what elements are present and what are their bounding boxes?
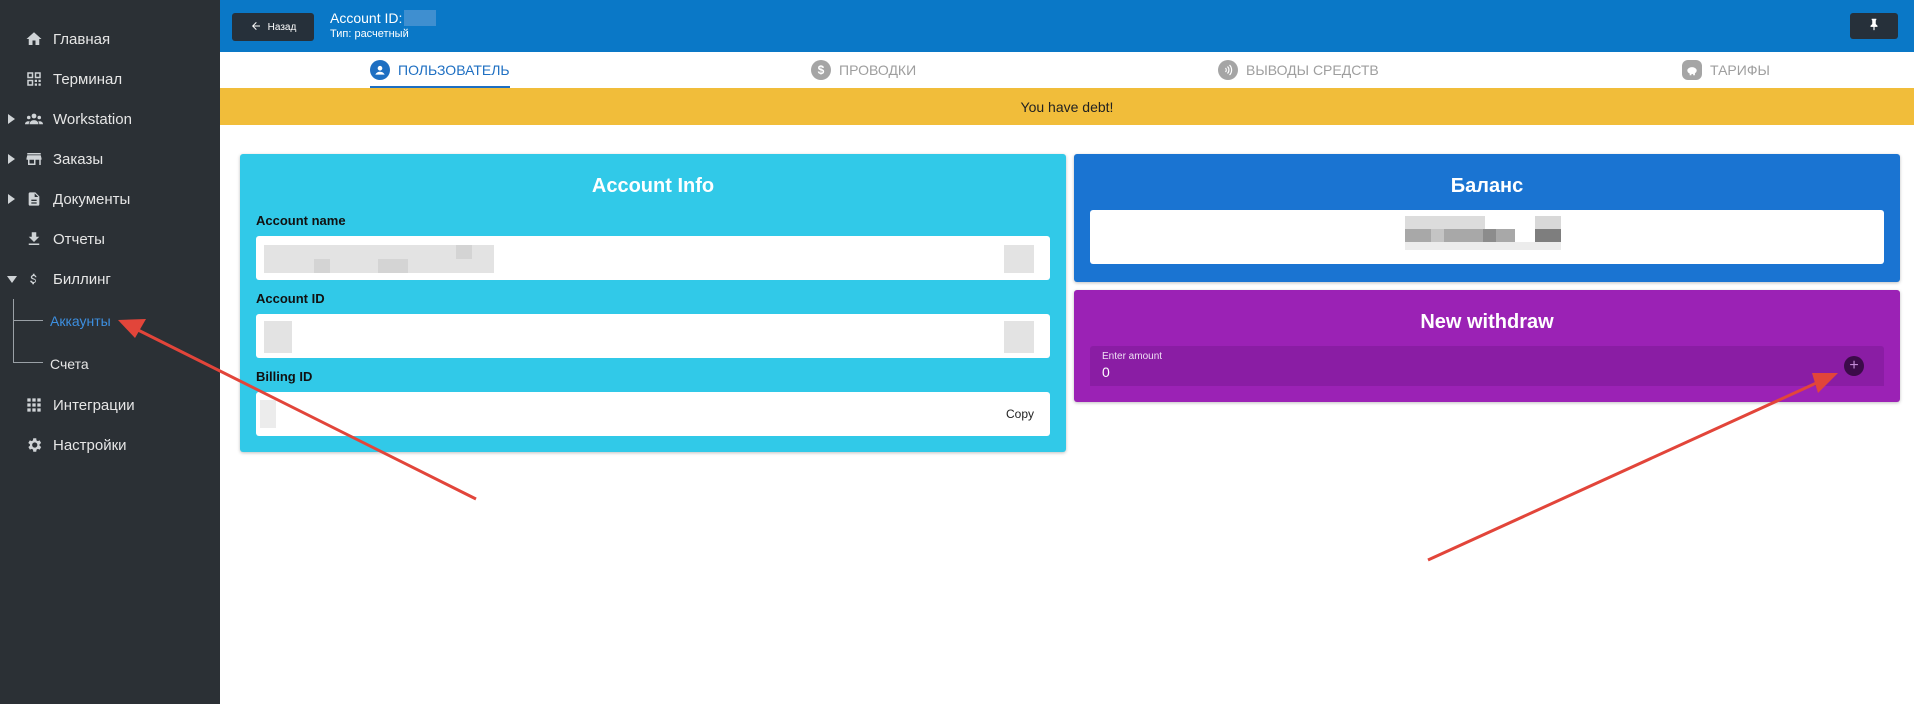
account-circle-icon: [370, 60, 390, 80]
sidebar-item-billing[interactable]: Биллинг: [0, 259, 220, 299]
tab-tariffs[interactable]: ТАРИФЫ: [1682, 52, 1770, 88]
copy-button[interactable]: Copy: [1006, 407, 1034, 421]
redacted-value: [1431, 229, 1444, 242]
gear-icon: [25, 436, 43, 454]
dollar-circle-icon: $: [811, 60, 831, 80]
redacted-value: [456, 245, 472, 259]
tree-branch: [13, 362, 43, 363]
account-info-card: Account Info Account name Account ID Bil…: [240, 154, 1066, 452]
redacted-value: [1004, 321, 1034, 353]
document-icon: [25, 190, 43, 208]
sidebar-item-orders[interactable]: Заказы: [0, 139, 220, 179]
expand-caret-icon[interactable]: [8, 194, 15, 204]
apps-grid-icon: [25, 396, 43, 414]
account-type: Тип: расчетный: [330, 28, 409, 40]
tab-withdrawals[interactable]: ВЫВОДЫ СРЕДСТВ: [1218, 52, 1379, 88]
sidebar-item-label: Интеграции: [53, 396, 135, 414]
redacted-value: [378, 259, 408, 273]
account-id-field[interactable]: [256, 314, 1050, 358]
sidebar-item-label: Workstation: [53, 110, 132, 128]
card-title: New withdraw: [1420, 311, 1554, 333]
redacted-value: [1405, 229, 1515, 242]
sidebar: Главная Терминал Workstation Заказы Доку…: [0, 0, 220, 704]
sidebar-item-accounts[interactable]: Аккаунты: [0, 299, 220, 342]
tab-transactions[interactable]: $ ПРОВОДКИ: [811, 52, 916, 88]
account-id-label: Account ID: [256, 291, 325, 306]
redacted-value: [260, 400, 276, 428]
sidebar-item-label: Главная: [53, 30, 111, 48]
sidebar-subitem-label: Счета: [50, 355, 89, 372]
nfc-icon: [1218, 60, 1238, 80]
app-root: Главная Терминал Workstation Заказы Доку…: [0, 0, 1914, 704]
sidebar-item-label: Отчеты: [53, 230, 105, 248]
tab-label: ПРОВОДКИ: [839, 62, 917, 78]
sidebar-item-label: Биллинг: [53, 270, 111, 288]
account-name-label: Account name: [256, 213, 346, 228]
redacted-value: [1535, 216, 1561, 229]
tree-branch: [13, 320, 43, 321]
sidebar-item-label: Настройки: [53, 436, 127, 454]
dollar-icon: [25, 270, 43, 288]
sidebar-item-reports[interactable]: Отчеты: [0, 219, 220, 259]
sidebar-item-integrations[interactable]: Интеграции: [0, 385, 220, 425]
sidebar-item-documents[interactable]: Документы: [0, 179, 220, 219]
account-id-title: Account ID:: [330, 10, 437, 26]
billing-submenu: Аккаунты Счета: [0, 299, 220, 385]
redacted-value: [404, 10, 437, 26]
billing-id-label: Billing ID: [256, 369, 313, 384]
balance-card: Баланс: [1074, 154, 1900, 282]
back-button-label: Назад: [267, 21, 297, 33]
sidebar-item-label: Терминал: [53, 70, 123, 88]
sidebar-nav: Главная Терминал Workstation Заказы Доку…: [0, 0, 220, 465]
tab-label: ПОЛЬЗОВАТЕЛЬ: [398, 62, 510, 78]
new-withdraw-card: New withdraw Enter amount 0 +: [1074, 290, 1900, 402]
sidebar-item-settings[interactable]: Настройки: [0, 425, 220, 465]
redacted-value: [1405, 242, 1561, 250]
billing-id-field[interactable]: Copy: [256, 392, 1050, 436]
back-button[interactable]: Назад: [232, 13, 314, 41]
expand-caret-icon[interactable]: [8, 154, 15, 164]
account-id-label: Account ID:: [330, 10, 403, 26]
store-icon: [25, 150, 43, 168]
arrow-left-icon: [250, 20, 262, 35]
tab-label: ВЫВОДЫ СРЕДСТВ: [1246, 62, 1379, 78]
piggy-bank-icon: [1682, 60, 1702, 80]
sidebar-item-home[interactable]: Главная: [0, 19, 220, 59]
redacted-value: [1405, 216, 1485, 229]
redacted-value: [1535, 229, 1561, 242]
account-name-field[interactable]: [256, 236, 1050, 280]
amount-input-label: Enter amount: [1102, 351, 1163, 362]
home-icon: [25, 30, 43, 48]
balance-value-box: [1090, 210, 1884, 264]
debt-warning-banner: You have debt!: [220, 88, 1914, 125]
amount-input[interactable]: Enter amount 0 +: [1090, 346, 1884, 386]
redacted-value: [1483, 229, 1496, 242]
sidebar-item-label: Документы: [53, 190, 131, 208]
pin-button[interactable]: [1850, 13, 1898, 39]
redacted-value: [1004, 245, 1034, 273]
pin-icon: [1867, 17, 1881, 36]
expand-caret-icon[interactable]: [8, 114, 15, 124]
plus-circle-icon[interactable]: +: [1844, 356, 1864, 376]
sidebar-item-label: Заказы: [53, 150, 104, 168]
sidebar-item-invoices[interactable]: Счета: [0, 342, 220, 385]
card-title: Account Info: [591, 175, 715, 197]
top-header: Назад Account ID: Тип: расчетный: [220, 0, 1914, 52]
download-icon: [25, 230, 43, 248]
redacted-value: [264, 321, 292, 353]
collapse-caret-icon[interactable]: [7, 275, 17, 283]
amount-input-value: 0: [1102, 364, 1110, 380]
tab-label: ТАРИФЫ: [1710, 62, 1770, 78]
tab-bar: ПОЛЬЗОВАТЕЛЬ $ ПРОВОДКИ ВЫВОДЫ СРЕДСТВ Т…: [220, 52, 1914, 88]
card-title: Баланс: [1450, 175, 1524, 197]
tab-user[interactable]: ПОЛЬЗОВАТЕЛЬ: [370, 52, 510, 88]
sidebar-subitem-label: Аккаунты: [50, 312, 111, 329]
people-icon: [25, 110, 43, 128]
sidebar-item-terminal[interactable]: Терминал: [0, 59, 220, 99]
sidebar-item-workstation[interactable]: Workstation: [0, 99, 220, 139]
qr-code-icon: [25, 70, 43, 88]
redacted-value: [314, 259, 330, 273]
